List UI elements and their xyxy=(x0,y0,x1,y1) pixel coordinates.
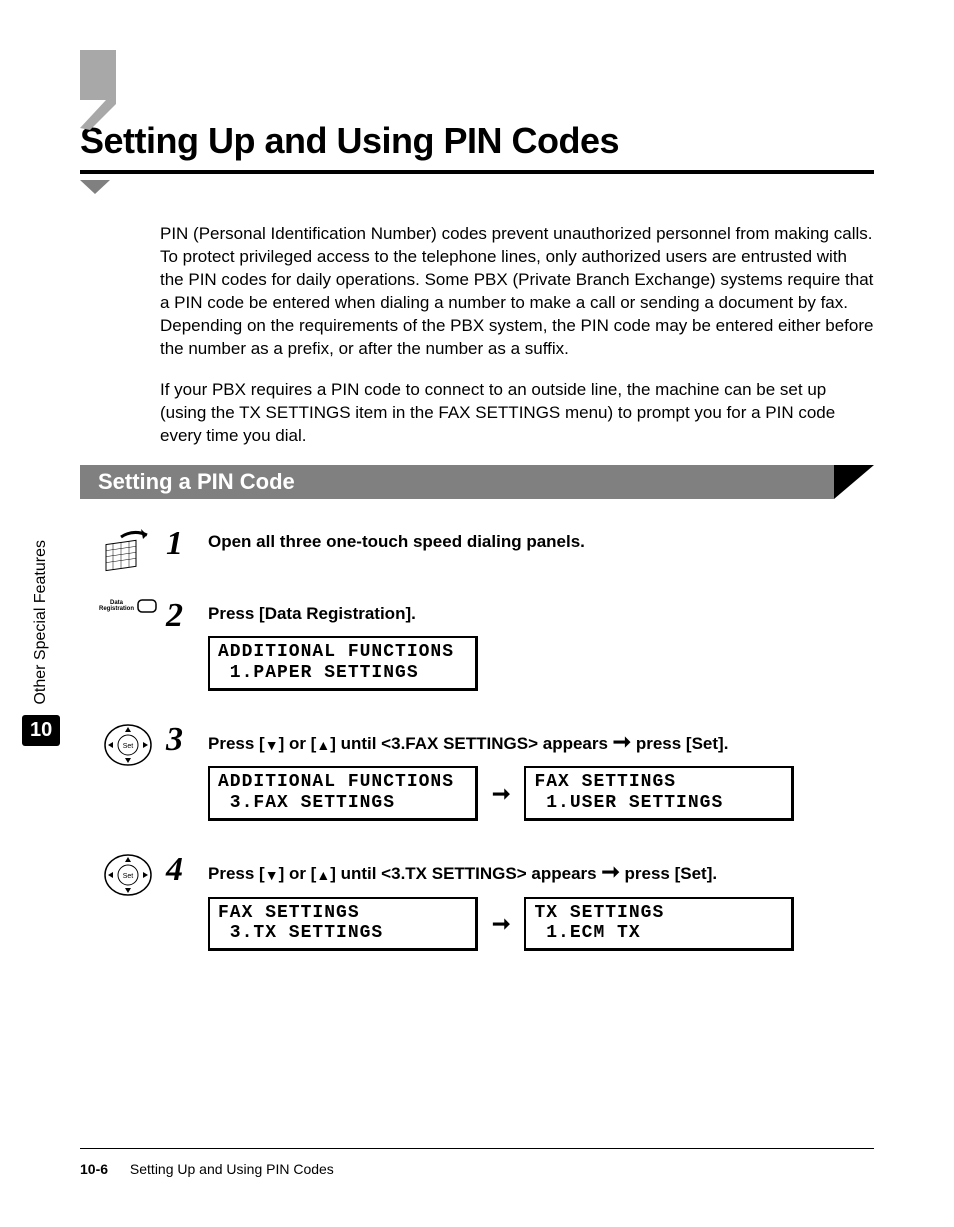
page-footer: 10-6 Setting Up and Using PIN Codes xyxy=(80,1148,874,1177)
title-accent-triangle xyxy=(80,180,874,199)
right-arrow-icon: ➞ xyxy=(613,729,631,754)
svg-text:Set: Set xyxy=(123,873,134,880)
title-underline xyxy=(80,170,874,174)
step-number: 2 xyxy=(156,599,208,633)
lcd-display: TX SETTINGS 1.ECM TX xyxy=(524,897,794,951)
chapter-tab: Other Special Features 10 xyxy=(22,540,60,746)
step-2-text: Press [Data Registration]. xyxy=(208,603,874,626)
lcd-display: ADDITIONAL FUNCTIONS 3.FAX SETTINGS xyxy=(208,766,478,820)
up-triangle-icon: ▲ xyxy=(316,737,330,753)
set-navigation-button-icon: Set xyxy=(100,723,156,767)
intro-paragraph-1: PIN (Personal Identification Number) cod… xyxy=(160,223,874,361)
down-triangle-icon: ▼ xyxy=(265,737,279,753)
down-triangle-icon: ▼ xyxy=(265,867,279,883)
data-registration-button-icon: Data Registration xyxy=(99,599,157,613)
chapter-arrow-marker xyxy=(80,50,140,135)
lcd-display: ADDITIONAL FUNCTIONS 1.PAPER SETTINGS xyxy=(208,636,478,690)
lcd-display: FAX SETTINGS 1.USER SETTINGS xyxy=(524,766,794,820)
right-arrow-icon: ➞ xyxy=(492,911,510,937)
section-title: Setting a PIN Code xyxy=(98,469,295,495)
page-number: 10-6 xyxy=(80,1161,108,1177)
step-1-text: Open all three one-touch speed dialing p… xyxy=(208,531,874,554)
svg-text:Set: Set xyxy=(123,743,134,750)
step-4-text: Press [▼] or [▲] until <3.TX SETTINGS> a… xyxy=(208,857,874,887)
step-number: 1 xyxy=(156,527,208,561)
step-2: Data Registration 2 Press [Data Registra… xyxy=(100,599,874,690)
set-navigation-button-icon: Set xyxy=(100,853,156,897)
step-number: 3 xyxy=(156,723,208,757)
step-1: 1 Open all three one-touch speed dialing… xyxy=(100,527,874,577)
step-3-text: Press [▼] or [▲] until <3.FAX SETTINGS> … xyxy=(208,727,874,757)
chapter-number: 10 xyxy=(22,715,60,746)
right-arrow-icon: ➞ xyxy=(601,859,619,884)
step-3: Set 3 Press [▼] or [▲] until <3.FAX SETT… xyxy=(100,723,874,821)
section-heading-bar: Setting a PIN Code xyxy=(80,465,874,499)
lcd-display: FAX SETTINGS 3.TX SETTINGS xyxy=(208,897,478,951)
right-arrow-icon: ➞ xyxy=(492,781,510,807)
page-title: Setting Up and Using PIN Codes xyxy=(80,120,874,162)
chapter-tab-label: Other Special Features xyxy=(32,540,50,705)
footer-title: Setting Up and Using PIN Codes xyxy=(130,1161,334,1177)
one-touch-panel-icon xyxy=(100,527,156,577)
up-triangle-icon: ▲ xyxy=(316,867,330,883)
intro-paragraph-2: If your PBX requires a PIN code to conne… xyxy=(160,379,874,448)
step-4: Set 4 Press [▼] or [▲] until <3.TX SETTI… xyxy=(100,853,874,951)
step-number: 4 xyxy=(156,853,208,887)
